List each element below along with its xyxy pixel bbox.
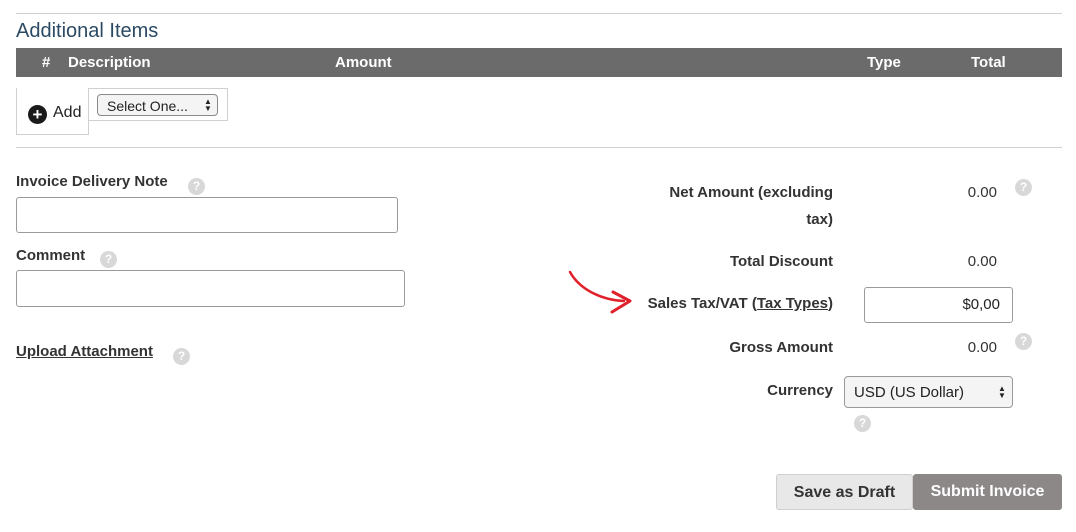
section-title: Additional Items (16, 20, 159, 42)
item-type-cell: Select One... ▲ ▼ (89, 88, 228, 121)
sales-tax-label: Sales Tax/VAT (Tax Types) (647, 295, 833, 312)
col-total: Total (971, 54, 1006, 71)
upload-attachment-link[interactable]: Upload Attachment (16, 343, 153, 360)
gross-amount-value: 0.00 (967, 339, 997, 356)
gross-amount-label: Gross Amount (729, 339, 833, 356)
net-amount-label-line2: tax) (806, 211, 833, 228)
tax-types-link[interactable]: Tax Types (757, 295, 828, 312)
plus-circle-icon: + (28, 105, 47, 124)
section-divider (16, 147, 1062, 148)
col-amount: Amount (335, 54, 392, 71)
top-divider (16, 13, 1062, 14)
add-label: Add (53, 104, 82, 121)
net-amount-value: 0.00 (967, 184, 997, 201)
select-arrows-icon: ▲ ▼ (204, 97, 212, 113)
comment-textarea[interactable] (16, 270, 405, 307)
items-table-header: # Description Amount Type Total (16, 48, 1062, 77)
help-icon[interactable]: ? (173, 348, 190, 365)
help-icon[interactable]: ? (188, 178, 205, 195)
currency-label: Currency (767, 382, 833, 399)
select-arrows-icon: ▲ ▼ (998, 384, 1006, 400)
sales-tax-input[interactable]: $0,00 (864, 287, 1013, 323)
delivery-note-label: Invoice Delivery Note (16, 173, 168, 190)
save-draft-button[interactable]: Save as Draft (776, 474, 913, 510)
submit-invoice-button[interactable]: Submit Invoice (913, 474, 1062, 510)
help-icon[interactable]: ? (1015, 333, 1032, 350)
sales-tax-text: Sales Tax/VAT (647, 295, 748, 312)
col-number: # (42, 54, 51, 71)
item-type-select-value: Select One... (107, 98, 188, 114)
col-description: Description (68, 54, 151, 71)
help-icon[interactable]: ? (1015, 179, 1032, 196)
net-amount-label-line1: Net Amount (excluding (669, 184, 833, 201)
help-icon[interactable]: ? (100, 251, 117, 268)
total-discount-value: 0.00 (967, 253, 997, 270)
annotation-arrow-icon (568, 270, 632, 314)
help-icon[interactable]: ? (854, 415, 871, 432)
item-type-select[interactable]: Select One... ▲ ▼ (97, 94, 218, 116)
net-amount-label: Net Amount (excluding tax) (600, 184, 833, 228)
comment-label: Comment (16, 247, 86, 264)
delivery-note-input[interactable] (16, 197, 398, 233)
add-item-button[interactable]: + Add (16, 88, 89, 135)
currency-select-value: USD (US Dollar) (854, 384, 965, 401)
col-type: Type (867, 54, 901, 71)
currency-select[interactable]: USD (US Dollar) ▲ ▼ (844, 376, 1013, 408)
